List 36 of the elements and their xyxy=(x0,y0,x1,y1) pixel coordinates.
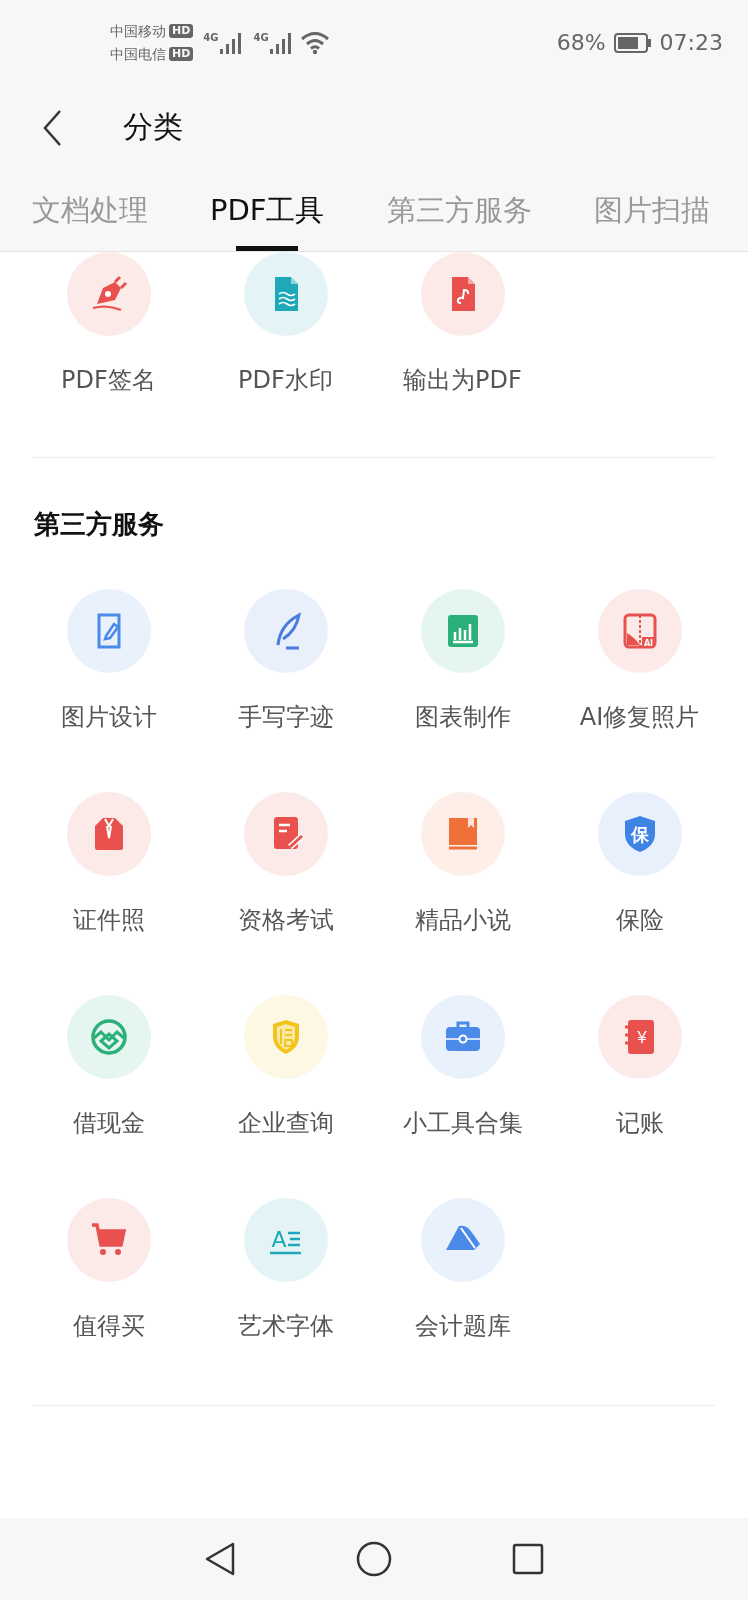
tool-button[interactable]: 保 保险 xyxy=(551,792,728,936)
tool-button[interactable]: PDF签名 xyxy=(20,252,197,396)
section-title: 第三方服务 xyxy=(34,508,165,541)
signal-icon xyxy=(219,31,244,54)
wifi-icon xyxy=(299,30,330,55)
tool-button[interactable]: 会计题库 xyxy=(374,1198,551,1342)
tool-button[interactable]: A 艺术字体 xyxy=(197,1198,374,1342)
signal-icon xyxy=(269,31,294,54)
battery-icon xyxy=(613,32,652,53)
tool-button[interactable]: 证件照 xyxy=(20,792,197,936)
recent-apps-button[interactable] xyxy=(512,1543,544,1575)
tab[interactable]: PDF工具 xyxy=(210,170,325,251)
tool-button[interactable]: 图表制作 xyxy=(374,589,551,733)
tool-button[interactable]: 小工具合集 xyxy=(374,995,551,1139)
battery-percent: 68% xyxy=(556,30,606,55)
tool-button[interactable]: AI AI修复照片 xyxy=(551,589,728,733)
network-type: 4G xyxy=(253,31,269,44)
hd-badge: HD xyxy=(169,24,194,38)
network-type: 4G xyxy=(203,31,219,44)
hd-badge: HD xyxy=(169,47,194,61)
tool-button[interactable]: 资格考试 xyxy=(197,792,374,936)
tool-button[interactable]: 借现金 xyxy=(20,995,197,1139)
tool-button[interactable]: 手写字迹 xyxy=(197,589,374,733)
tool-button[interactable]: 图片设计 xyxy=(20,589,197,733)
home-button[interactable] xyxy=(356,1541,392,1577)
tool-button[interactable]: 精品小说 xyxy=(374,792,551,936)
tool-button[interactable]: 值得买 xyxy=(20,1198,197,1342)
back-button[interactable] xyxy=(204,1542,236,1576)
tool-button[interactable]: 企业查询 xyxy=(197,995,374,1139)
tool-button[interactable]: PDF水印 xyxy=(197,252,374,396)
tool-button[interactable]: 输出为PDF xyxy=(374,252,551,396)
carrier-name: 中国电信 xyxy=(110,45,166,64)
carrier-name: 中国移动 xyxy=(110,22,166,41)
page-title: 分类 xyxy=(123,108,183,146)
tool-button[interactable]: ¥ 记账 xyxy=(551,995,728,1139)
clock-time: 07:23 xyxy=(659,30,723,55)
